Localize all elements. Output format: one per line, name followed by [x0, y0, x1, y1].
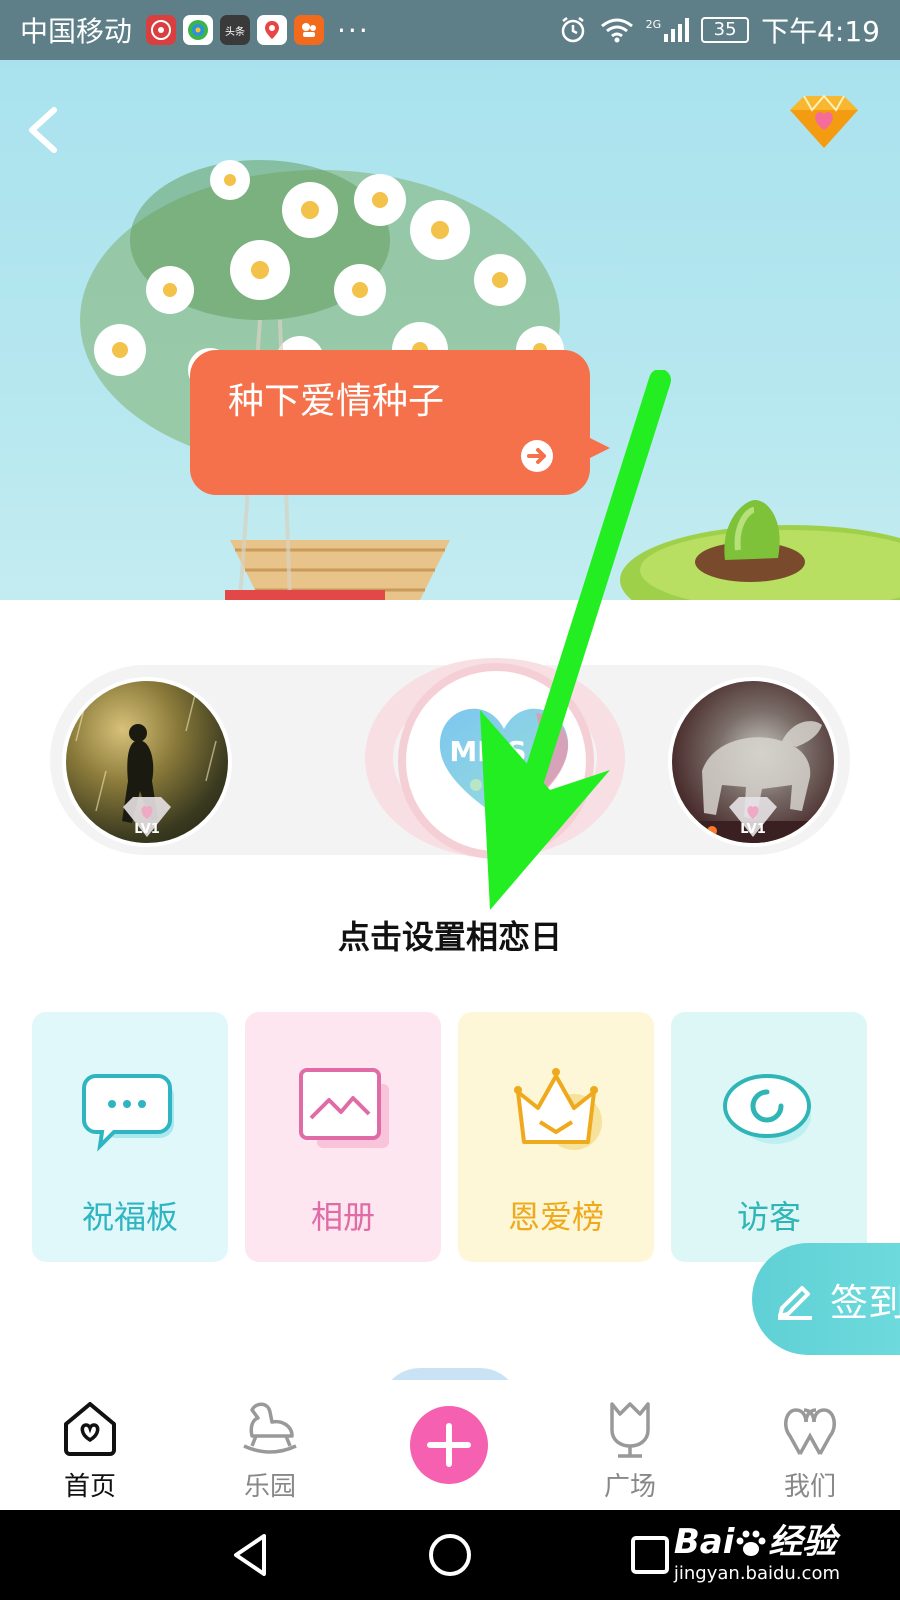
- app-notification-icon: [294, 15, 325, 45]
- plant-seed-label: 种下爱情种子: [228, 381, 445, 422]
- set-anniversary-link[interactable]: 点击设置相恋日: [0, 912, 900, 958]
- right-partner-avatar[interactable]: LV1: [668, 677, 838, 847]
- photo-album-card[interactable]: 相册: [245, 1012, 441, 1262]
- circle-home-icon: [429, 1534, 471, 1576]
- plus-icon: [427, 1423, 471, 1467]
- level-badge: LV1: [117, 795, 177, 839]
- feature-label: 访客: [736, 1198, 801, 1236]
- add-button[interactable]: [410, 1406, 488, 1484]
- couple-avatars-band: LV1 MISS LV1: [50, 658, 850, 859]
- tulip-icon: [610, 1402, 650, 1458]
- system-home-button[interactable]: [425, 1530, 475, 1580]
- chat-bubble-icon: [82, 1074, 174, 1152]
- watermark-bai: Bai: [673, 1522, 735, 1562]
- toutiao-icon: 头条: [220, 15, 251, 45]
- alarm-icon: [561, 17, 584, 43]
- watermark-url: jingyan.baidu.com: [673, 1563, 840, 1584]
- tab-label: 广场: [603, 1472, 656, 1502]
- level-text: LV1: [740, 822, 766, 837]
- miss-button[interactable]: MISS: [398, 663, 594, 859]
- tab-home[interactable]: 首页: [20, 1380, 160, 1510]
- watermark-logo: Bai 经验: [674, 1514, 840, 1563]
- level-badge: LV1: [723, 795, 783, 839]
- chevron-left-icon: [29, 107, 57, 153]
- love-ranking-card[interactable]: 恩爱榜: [458, 1012, 654, 1262]
- feature-label: 恩爱榜: [507, 1198, 604, 1236]
- clock: 下午4:19: [761, 15, 880, 48]
- tab-park[interactable]: 乐园: [200, 1380, 340, 1510]
- plant-love-seed-button[interactable]: 种下爱情种子: [190, 350, 610, 495]
- paw-icon: [736, 1530, 766, 1556]
- bottom-tab-bar: 首页 乐园 广场 我们: [0, 1380, 900, 1510]
- two-hearts-icon: [784, 1408, 836, 1455]
- miss-text: MISS: [449, 735, 526, 768]
- hero-banner: 种下爱情种子: [0, 60, 900, 600]
- battery-icon: 35: [701, 17, 750, 43]
- level-text: LV1: [134, 822, 160, 837]
- status-indicators: 2G 35 下午4:19: [558, 10, 880, 50]
- grass-island-illustration: [620, 500, 900, 600]
- watermark-jingyan: 经验: [768, 1522, 837, 1562]
- left-partner-avatar[interactable]: LV1: [62, 677, 232, 847]
- rocking-horse-icon: [243, 1402, 297, 1454]
- home-heart-icon: [64, 1402, 116, 1456]
- blessing-board-card[interactable]: 祝福板: [32, 1012, 228, 1262]
- miss-center: MISS: [360, 658, 630, 863]
- pen-icon: [778, 1286, 812, 1320]
- visitors-card[interactable]: 访客: [671, 1012, 867, 1262]
- bubble-tail: [586, 436, 610, 460]
- feature-grid: 祝福板 相册 恩爱榜 访客: [32, 1012, 868, 1262]
- more-notifications-icon: ···: [337, 13, 370, 47]
- carrier-name: 中国移动: [20, 15, 133, 48]
- back-button[interactable]: [18, 100, 68, 160]
- tab-label: 乐园: [243, 1472, 296, 1502]
- diamond-button[interactable]: [786, 92, 862, 152]
- triangle-back-icon: [234, 1534, 266, 1576]
- tab-square[interactable]: 广场: [560, 1380, 700, 1510]
- feature-label: 祝福板: [81, 1198, 178, 1236]
- system-back-button[interactable]: [226, 1530, 276, 1580]
- tab-label: 首页: [63, 1472, 116, 1502]
- tab-us[interactable]: 我们: [740, 1380, 880, 1510]
- check-in-label: 签到: [830, 1280, 900, 1325]
- app-notification-icon: [183, 15, 214, 45]
- eye-icon: [723, 1074, 811, 1144]
- tab-label: 我们: [783, 1472, 836, 1502]
- wifi-icon: [600, 18, 633, 43]
- square-recents-icon: [631, 1536, 669, 1574]
- network-type: 2G: [645, 18, 662, 31]
- signal-icon: 2G: [646, 18, 690, 42]
- system-recents-button[interactable]: [625, 1530, 675, 1580]
- check-in-button[interactable]: 签到: [752, 1243, 900, 1355]
- diamond-heart-icon: [790, 94, 858, 148]
- crown-icon: [514, 1068, 602, 1150]
- feature-label: 相册: [310, 1198, 375, 1236]
- app-notification-icon: [257, 15, 288, 45]
- photo-album-icon: [299, 1068, 389, 1148]
- miss-heart-icon: MISS: [439, 708, 569, 821]
- baidu-jingyan-watermark: Bai 经验 jingyan.baidu.com: [674, 1514, 840, 1584]
- status-bar: 中国移动 头条 ··· 2G 35 下午4:19: [0, 0, 900, 60]
- system-nav-bar: Bai 经验 jingyan.baidu.com: [0, 1510, 900, 1600]
- arrow-right-circle-icon: [521, 440, 553, 472]
- app-notification-icon: [146, 15, 177, 45]
